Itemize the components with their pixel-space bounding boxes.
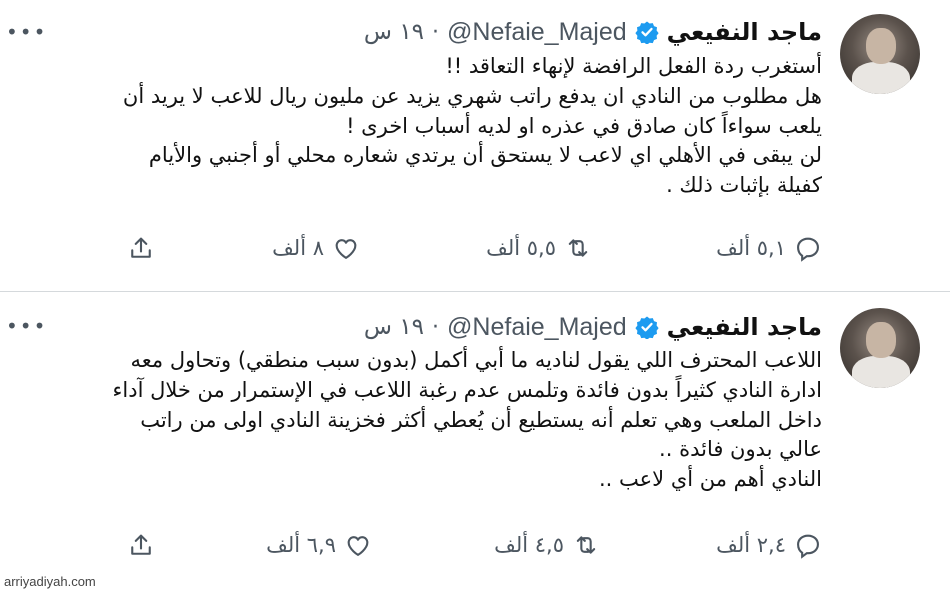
retweet-count: ٤,٥ ألف — [494, 533, 564, 557]
reply-count: ٥,١ ألف — [716, 236, 786, 260]
tweet-text: أستغرب ردة الفعل الرافضة لإنهاء التعاقد … — [14, 52, 822, 201]
retweet-button[interactable]: ٥,٥ ألف — [486, 234, 592, 262]
share-button[interactable] — [127, 531, 155, 559]
like-icon — [347, 536, 369, 556]
more-options-icon[interactable]: ••• — [6, 316, 47, 336]
like-icon — [335, 239, 357, 259]
tweet-line: يلعب سواءاً كان صادق في عذره او لديه أسب… — [346, 113, 822, 138]
verified-icon — [635, 316, 659, 339]
share-icon — [131, 534, 151, 555]
like-count: ٦,٩ ألف — [266, 533, 336, 557]
tweet-line: عالي بدون فائدة .. — [659, 437, 822, 462]
reply-icon — [797, 237, 819, 262]
tweet-line: لن يبقى في الأهلي اي لاعب لا يستحق أن ير… — [148, 143, 822, 168]
tweet-line: اللاعب المحترف اللي يقول لناديه ما أبي أ… — [130, 348, 822, 372]
tweet-line: هل مطلوب من النادي ان يدفع راتب شهري يزي… — [122, 83, 822, 108]
tweet-line: ادارة النادي كثيراً بدون فائدة وتلمس عدم… — [112, 377, 822, 402]
separator-dot: · — [432, 314, 440, 340]
tweet-actions: ٥,١ ألف ٥,٥ ألف ٨ ألف — [0, 234, 950, 270]
reply-icon — [797, 534, 819, 559]
avatar[interactable] — [840, 14, 920, 94]
author-name[interactable]: ماجد النفيعي — [667, 313, 822, 341]
tweet-header: ماجد النفيعي @Nefaie_Majed · ١٩ س — [364, 14, 822, 50]
tweet-header: ماجد النفيعي @Nefaie_Majed · ١٩ س — [364, 309, 822, 345]
tweet-time[interactable]: ١٩ س — [364, 19, 424, 45]
tweet-line: النادي أهم من أي لاعب .. — [598, 467, 822, 492]
retweet-button[interactable]: ٤,٥ ألف — [494, 531, 600, 559]
tweet-line: أستغرب ردة الفعل الرافضة لإنهاء التعاقد … — [445, 54, 822, 78]
reply-button[interactable]: ٥,١ ألف — [716, 234, 822, 262]
reply-count: ٢,٤ ألف — [716, 533, 786, 557]
author-handle[interactable]: @Nefaie_Majed — [447, 313, 627, 342]
tweet-card[interactable]: ••• ماجد النفيعي @Nefaie_Majed · ١٩ س ال… — [0, 292, 950, 578]
share-button[interactable] — [127, 234, 155, 262]
verified-icon — [635, 21, 659, 44]
reply-button[interactable]: ٢,٤ ألف — [716, 531, 822, 559]
author-handle[interactable]: @Nefaie_Majed — [447, 18, 627, 47]
tweet-card[interactable]: ••• ماجد النفيعي @Nefaie_Majed · ١٩ س أس… — [0, 0, 950, 292]
more-options-icon[interactable]: ••• — [6, 22, 47, 42]
retweet-icon — [576, 536, 596, 554]
separator-dot: · — [432, 19, 440, 45]
tweet-line: كفيلة بإثبات ذلك . — [666, 173, 822, 198]
like-count: ٨ ألف — [272, 236, 324, 260]
retweet-icon — [568, 239, 588, 257]
like-button[interactable]: ٦,٩ ألف — [266, 531, 372, 559]
tweet-line: داخل الملعب وهي تعلم أنه يستطيع أن يُعطي… — [140, 407, 822, 432]
author-name[interactable]: ماجد النفيعي — [667, 18, 822, 46]
watermark: arriyadiyah.com — [4, 574, 96, 589]
tweet-text: اللاعب المحترف اللي يقول لناديه ما أبي أ… — [14, 346, 822, 495]
like-button[interactable]: ٨ ألف — [272, 234, 360, 262]
avatar[interactable] — [840, 308, 920, 388]
retweet-count: ٥,٥ ألف — [486, 236, 556, 260]
share-icon — [131, 237, 151, 258]
tweet-actions: ٢,٤ ألف ٤,٥ ألف ٦,٩ ألف — [0, 531, 950, 567]
tweet-time[interactable]: ١٩ س — [364, 314, 424, 340]
